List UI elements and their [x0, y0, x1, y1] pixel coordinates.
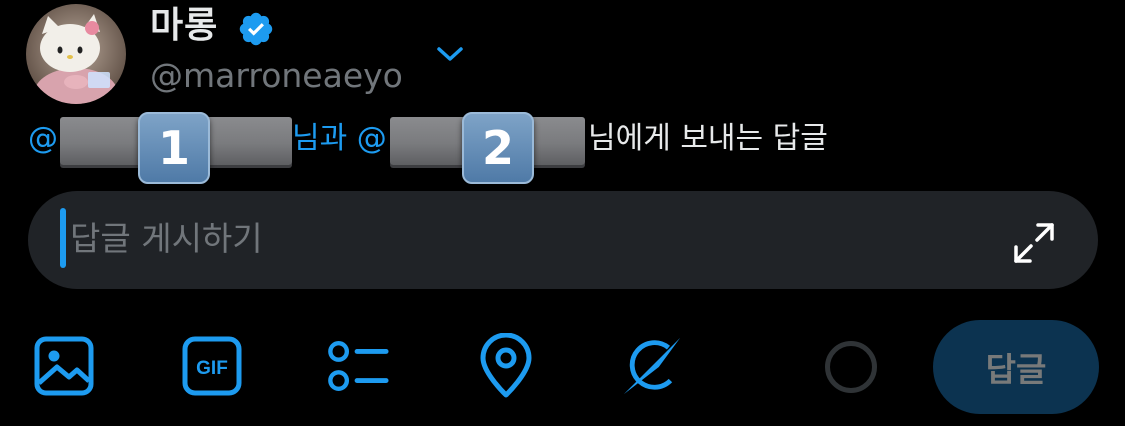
add-poll-button[interactable] — [326, 334, 390, 398]
grok-icon — [623, 337, 681, 395]
reply-header: 마롱 @marroneaeyo — [0, 0, 1125, 110]
number-badge-2: 2 — [462, 112, 534, 184]
mention-prefix-1[interactable]: @ — [28, 115, 58, 163]
gif-icon: GIF — [182, 336, 242, 396]
handle: @marroneaeyo — [150, 56, 403, 95]
mention-joiner[interactable]: 님과 @ — [292, 115, 387, 163]
chevron-down-icon — [437, 47, 463, 61]
reply-context: @ 1 님과 @ 2 님에게 보내는 답글 — [26, 112, 1116, 184]
poll-icon — [328, 341, 389, 391]
add-location-button[interactable] — [474, 333, 538, 398]
account-dropdown-button[interactable] — [428, 36, 472, 72]
add-gif-button[interactable]: GIF — [180, 334, 244, 398]
location-icon — [480, 333, 532, 398]
reply-context-suffix: 님에게 보내는 답글 — [588, 121, 828, 156]
reply-submit-button[interactable]: 답글 — [933, 320, 1099, 414]
avatar[interactable] — [26, 4, 126, 104]
display-name[interactable]: 마롱 — [150, 4, 218, 48]
text-caret — [60, 208, 66, 268]
grok-button[interactable] — [620, 334, 684, 398]
expand-arrows-icon — [1014, 223, 1054, 263]
character-counter-ring — [825, 341, 877, 393]
gif-label: GIF — [196, 358, 228, 379]
reply-input[interactable] — [68, 210, 968, 266]
add-image-button[interactable] — [32, 334, 96, 398]
number-badge-1: 1 — [138, 112, 210, 184]
hello-kitty-avatar-icon — [26, 4, 126, 104]
verified-badge-icon — [239, 12, 273, 46]
image-icon — [34, 336, 94, 396]
expand-composer-button[interactable] — [1011, 220, 1057, 266]
